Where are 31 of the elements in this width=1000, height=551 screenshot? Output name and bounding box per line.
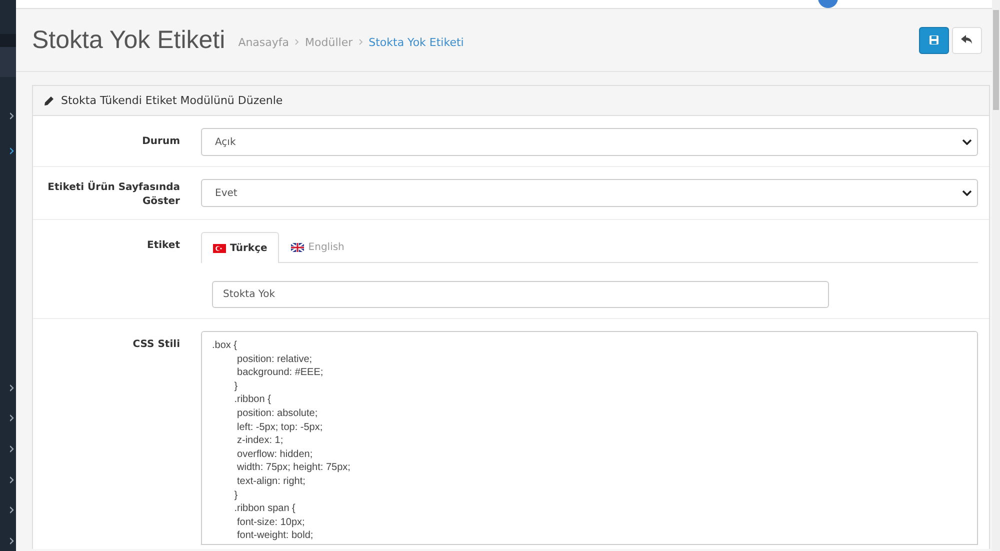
chevron-icon[interactable]: [10, 537, 14, 545]
scrollbar[interactable]: [992, 0, 1000, 551]
chevron-icon[interactable]: [10, 384, 14, 392]
page-title: Stokta Yok Etiketi: [32, 26, 226, 54]
field-label: CSS Stili: [132, 338, 180, 352]
label-input[interactable]: Stokta Yok: [212, 281, 829, 308]
select-field[interactable]: Evet: [201, 179, 978, 207]
flag-icon: [213, 244, 226, 252]
flag-icon: [291, 243, 304, 252]
css-textarea[interactable]: .box { position: relative; background: #EEE; } .ribbon { position: absolute; left: -5px; top: -5px; z-index: 1; overflow: hidden; width: 75px; height: 75px; text-align: right; } .ribbon span { font-size: 10px; font-weight: bold;: [201, 331, 978, 545]
caret-icon: [962, 139, 972, 145]
chevron-icon: [358, 39, 363, 45]
chevron-icon[interactable]: [10, 414, 14, 422]
chevron-icon: [295, 39, 300, 45]
caret-icon: [962, 190, 972, 196]
select-field[interactable]: Açık: [201, 128, 978, 156]
chevron-icon[interactable]: [10, 506, 14, 514]
panel-title: Stokta Tükendi Etiket Modülünü Düzenle: [61, 94, 283, 107]
field-label: Durum: [141, 135, 180, 149]
language-tab[interactable]: Türkçe: [201, 232, 280, 263]
chevron-icon[interactable]: [10, 147, 14, 155]
save-button[interactable]: [919, 26, 949, 54]
field-label: Etiket: [146, 239, 180, 253]
save-icon: [929, 35, 939, 45]
pencil-icon: [44, 96, 54, 106]
undo-icon: [961, 35, 973, 45]
field-label: Etiketi Ürün Sayfasında Göster: [46, 180, 180, 209]
chevron-icon[interactable]: [10, 476, 14, 484]
chevron-icon[interactable]: [10, 445, 14, 453]
chevron-icon[interactable]: [10, 112, 14, 120]
back-button[interactable]: [952, 26, 982, 54]
